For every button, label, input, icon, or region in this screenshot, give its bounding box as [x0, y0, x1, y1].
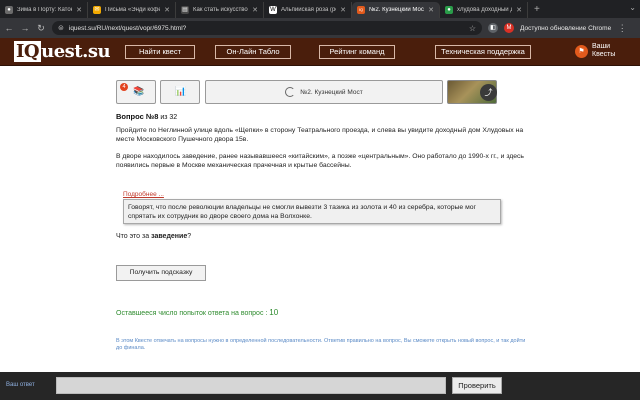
tab-title: Письма «Энди кофе_»: [105, 7, 160, 13]
nav-team-rating[interactable]: Рейтинг команд: [319, 45, 395, 59]
tab-title: Альпийская роза (рес: [281, 7, 337, 13]
close-icon[interactable]: ✕: [252, 6, 258, 14]
close-icon[interactable]: ✕: [76, 6, 82, 14]
browser-tab[interactable]: ● хлудова доходный д ✕: [440, 2, 528, 18]
close-icon[interactable]: ✕: [516, 6, 522, 14]
stats-button[interactable]: 📊: [160, 80, 200, 104]
tab-title: №2. Кузнецкий Мост: [369, 7, 425, 13]
question-paragraph-2: В дворе находилось заведение, ранее назы…: [116, 153, 524, 169]
browser-tab[interactable]: ✉ Письма «Энди кофе_» ✕: [88, 2, 176, 18]
quest-title-button[interactable]: №2. Кузнецкий Мост: [205, 80, 443, 104]
forward-icon[interactable]: →: [20, 23, 30, 33]
site-info-icon[interactable]: ⊜: [58, 24, 64, 32]
answer-label: Ваш ответ: [6, 382, 35, 388]
back-icon[interactable]: ←: [4, 23, 14, 33]
doc-icon: ▤: [181, 6, 189, 14]
nav-support[interactable]: Техническая поддержка: [435, 45, 531, 59]
order-note: В этом Квесте отвечать на вопросы нужно …: [116, 338, 526, 351]
more-link[interactable]: Подробнее ...: [123, 191, 164, 198]
menu-dots-icon[interactable]: ⋮: [617, 23, 627, 34]
profile-avatar[interactable]: M: [504, 23, 514, 33]
extensions-icon[interactable]: ◧: [488, 23, 498, 33]
answer-bar: Ваш ответ Проверить: [0, 372, 640, 400]
tab-title: Зима в Порту: Каток у: [17, 7, 73, 13]
loading-icon: [285, 87, 296, 97]
user-line1: Ваши: [592, 43, 611, 50]
close-icon[interactable]: ✕: [164, 6, 170, 14]
chrome-update-button[interactable]: Доступно обновление Chrome: [520, 25, 611, 32]
your-quests-link[interactable]: ⚑ Ваши Квесты: [575, 43, 615, 59]
bookmark-star-icon[interactable]: ☆: [469, 24, 476, 33]
answer-input[interactable]: [56, 377, 446, 394]
url-text[interactable]: iquest.su/RU/next/quest/vopr/6975.html?: [69, 25, 464, 32]
check-answer-button[interactable]: Проверить: [452, 377, 502, 394]
mail-icon: ✉: [93, 6, 101, 14]
close-icon[interactable]: ✕: [428, 6, 434, 14]
quest-title: №2. Кузнецкий Мост: [300, 88, 363, 96]
browser-tab[interactable]: W Альпийская роза (рес ✕: [264, 2, 352, 18]
nav-online-board[interactable]: Он-Лайн Табло: [215, 45, 291, 59]
browser-toolbar: ← → ↻ ⊜ iquest.su/RU/next/quest/vopr/697…: [0, 18, 640, 38]
globe-icon: ●: [5, 6, 13, 14]
get-hint-button[interactable]: Получить подсказку: [116, 265, 206, 281]
address-bar[interactable]: ⊜ iquest.su/RU/next/quest/vopr/6975.html…: [52, 21, 482, 35]
pin-icon: ●: [445, 6, 453, 14]
notification-badge: 4: [120, 83, 128, 91]
w-icon: W: [269, 6, 277, 14]
attempts-count: 10: [269, 308, 279, 317]
reload-icon[interactable]: ↻: [36, 23, 46, 34]
chevron-down-icon[interactable]: ⌄: [629, 3, 636, 12]
site-header: IQ uest.su Найти квест Он-Лайн Табло Рейт…: [0, 38, 640, 66]
browser-tab-strip: ● Зима в Порту: Каток у ✕ ✉ Письма «Энди…: [0, 0, 640, 18]
new-tab-button[interactable]: +: [528, 2, 546, 18]
tab-title: Как стать искусствове: [193, 7, 249, 13]
attempts-remaining: Оставшееся число попыток ответа на вопро…: [116, 308, 279, 317]
nav-find-quest[interactable]: Найти квест: [125, 45, 195, 59]
flag-icon: ⚑: [575, 44, 588, 58]
notifications-button[interactable]: 4 📚: [116, 80, 156, 104]
more-tooltip: Говорят, что после революции владельцы н…: [123, 199, 501, 224]
book-icon: 📚: [133, 86, 145, 96]
close-icon[interactable]: ✕: [340, 6, 346, 14]
chart-icon: 📊: [175, 86, 187, 96]
browser-tab[interactable]: ● Зима в Порту: Каток у ✕: [0, 2, 88, 18]
share-icon[interactable]: ⤴: [480, 84, 497, 101]
location-photo[interactable]: ⤴: [447, 80, 497, 104]
question-number: Вопрос №8 из 32: [116, 112, 178, 121]
iq-icon: IQ: [357, 6, 365, 14]
tab-title: хлудова доходный д: [457, 7, 513, 13]
browser-tab[interactable]: ▤ Как стать искусствове ✕: [176, 2, 264, 18]
site-logo[interactable]: IQ uest.su: [14, 41, 111, 62]
question-prompt: Что это за заведение?: [116, 233, 192, 240]
question-paragraph-1: Пройдите по Неглинной улице вдоль «Щепки…: [116, 127, 524, 143]
browser-tab-active[interactable]: IQ №2. Кузнецкий Мост ✕: [352, 2, 440, 18]
user-line2: Квесты: [592, 51, 616, 58]
